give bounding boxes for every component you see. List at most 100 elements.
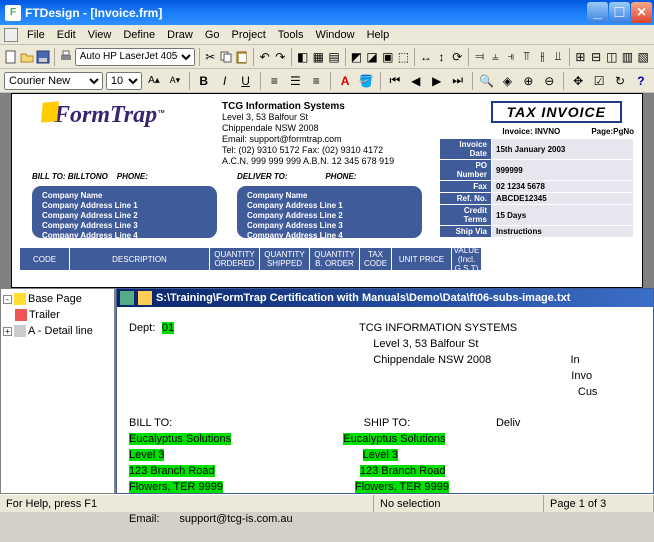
deliverto-caption: DELIVER TO: PHONE:: [237, 172, 356, 181]
zoom-in-icon[interactable]: ⊕: [519, 71, 537, 91]
redo-icon[interactable]: ↷: [273, 47, 287, 67]
minimize-button[interactable]: _: [587, 2, 608, 23]
font-select[interactable]: Courier New: [4, 72, 103, 90]
tax-invoice-label: TAX INVOICE: [491, 101, 622, 123]
align-left-icon[interactable]: ⫤: [473, 47, 487, 67]
zoom-out-icon[interactable]: ⊖: [540, 71, 558, 91]
menu-help[interactable]: Help: [361, 27, 396, 43]
misc-icon[interactable]: ⊞: [574, 47, 588, 67]
billto-box: Company NameCompany Address Line 1Compan…: [32, 186, 217, 238]
tool-icon[interactable]: ◩: [350, 47, 364, 67]
misc-icon[interactable]: ▧: [636, 47, 650, 67]
prev-icon[interactable]: ◀: [407, 71, 425, 91]
app-icon: F: [5, 5, 21, 21]
tool-icon[interactable]: ◧: [296, 47, 310, 67]
first-icon[interactable]: ⏮: [386, 71, 404, 91]
page-tree[interactable]: -Base Page Trailer +A - Detail line: [0, 288, 115, 494]
help-icon[interactable]: ?: [632, 71, 650, 91]
company-header: TCG Information Systems Level 3, 53 Balf…: [222, 101, 394, 167]
align-center-icon[interactable]: ⫨: [488, 47, 502, 67]
paste-icon[interactable]: [235, 47, 249, 67]
tool-icon[interactable]: ▦: [312, 47, 326, 67]
rotate-icon[interactable]: ⟳: [450, 47, 464, 67]
properties-icon[interactable]: ☑: [590, 71, 608, 91]
open-icon[interactable]: [20, 47, 34, 67]
zoom-icon[interactable]: 🔍: [478, 71, 496, 91]
menu-file[interactable]: File: [21, 27, 51, 43]
menu-go[interactable]: Go: [199, 27, 226, 43]
font-toolbar: Courier New 10 A▴ A▾ B I U ≡ ☰ ≡ A 🪣 ⏮ ◀…: [0, 69, 654, 93]
width-icon[interactable]: ↔: [419, 47, 433, 67]
preview-path: S:\Training\FormTrap Certification with …: [156, 292, 570, 304]
last-icon[interactable]: ⏭: [449, 71, 467, 91]
text-color-icon[interactable]: A: [336, 71, 354, 91]
copy-icon[interactable]: [219, 47, 233, 67]
align-right-icon[interactable]: ⫣: [504, 47, 518, 67]
menu-draw[interactable]: Draw: [161, 27, 199, 43]
tool-icon[interactable]: ⬚: [397, 47, 411, 67]
status-selection: No selection: [374, 495, 544, 512]
page-icon: [14, 293, 26, 305]
menu-tools[interactable]: Tools: [272, 27, 310, 43]
align-top-icon[interactable]: ⫪: [520, 47, 534, 67]
italic-icon[interactable]: I: [216, 71, 234, 91]
size-select[interactable]: 10: [106, 72, 142, 90]
tree-item[interactable]: +A - Detail line: [3, 323, 112, 339]
preview-titlebar[interactable]: S:\Training\FormTrap Certification with …: [117, 289, 653, 307]
printer-select[interactable]: Auto HP LaserJet 4050 P: [75, 48, 195, 66]
page-icon: [14, 325, 26, 337]
size-up-icon[interactable]: A▴: [145, 71, 163, 91]
logo: FormTrap™: [42, 102, 165, 129]
text-right-icon[interactable]: ≡: [307, 71, 325, 91]
document-icon[interactable]: [4, 28, 18, 42]
maximize-button[interactable]: □: [609, 2, 630, 23]
move-icon[interactable]: ✥: [569, 71, 587, 91]
misc-icon[interactable]: ⊟: [589, 47, 603, 67]
billto-caption: BILL TO: BILLTONO PHONE:: [32, 172, 148, 181]
tree-item[interactable]: -Base Page: [3, 291, 112, 307]
misc-icon[interactable]: ◫: [605, 47, 619, 67]
window-title: FTDesign - [Invoice.frm]: [25, 6, 586, 20]
tool-icon[interactable]: ▤: [327, 47, 341, 67]
save-icon[interactable]: [36, 47, 50, 67]
height-icon[interactable]: ↕: [435, 47, 449, 67]
menu-project[interactable]: Project: [226, 27, 272, 43]
tree-item[interactable]: Trailer: [3, 307, 112, 323]
form-design-surface[interactable]: FormTrap™ TCG Information Systems Level …: [11, 93, 643, 288]
expand-icon[interactable]: +: [3, 327, 12, 336]
canvas-area: FormTrap™ TCG Information Systems Level …: [0, 93, 654, 494]
menu-edit[interactable]: Edit: [51, 27, 82, 43]
tool-icon[interactable]: ▣: [381, 47, 395, 67]
refresh-icon[interactable]: ↻: [611, 71, 629, 91]
next-icon[interactable]: ▶: [428, 71, 446, 91]
collapse-icon[interactable]: -: [3, 295, 12, 304]
size-down-icon[interactable]: A▾: [166, 71, 184, 91]
zoom-fit-icon[interactable]: ◈: [498, 71, 516, 91]
close-button[interactable]: ×: [631, 2, 652, 23]
undo-icon[interactable]: ↶: [258, 47, 272, 67]
print-icon[interactable]: [59, 47, 73, 67]
nav-icon[interactable]: [120, 291, 134, 305]
align-bot-icon[interactable]: ⫫: [551, 47, 565, 67]
data-preview-panel: S:\Training\FormTrap Certification with …: [116, 288, 654, 494]
misc-icon[interactable]: ▥: [621, 47, 635, 67]
bold-icon[interactable]: B: [195, 71, 213, 91]
new-icon[interactable]: [4, 47, 18, 67]
align-mid-icon[interactable]: ⫲: [536, 47, 550, 67]
page-icon: [15, 309, 27, 321]
fill-color-icon[interactable]: 🪣: [357, 71, 375, 91]
window-titlebar: F FTDesign - [Invoice.frm] _ □ ×: [0, 0, 654, 25]
menu-define[interactable]: Define: [117, 27, 161, 43]
tool-icon[interactable]: ◪: [365, 47, 379, 67]
status-page: Page 1 of 3: [544, 495, 654, 512]
main-toolbar: Auto HP LaserJet 4050 P ✂ ↶ ↷ ◧ ▦ ▤ ◩ ◪ …: [0, 45, 654, 69]
cut-icon[interactable]: ✂: [203, 47, 217, 67]
menu-window[interactable]: Window: [309, 27, 360, 43]
invoice-page-line: Invoice: INVNO Page:PgNo: [502, 127, 634, 136]
underline-icon[interactable]: U: [237, 71, 255, 91]
text-left-icon[interactable]: ≡: [265, 71, 283, 91]
text-center-icon[interactable]: ☰: [286, 71, 304, 91]
grid-header: CODE DESCRIPTION QUANTITY ORDERED QUANTI…: [20, 248, 482, 270]
doc-icon[interactable]: [138, 291, 152, 305]
menu-view[interactable]: View: [82, 27, 118, 43]
